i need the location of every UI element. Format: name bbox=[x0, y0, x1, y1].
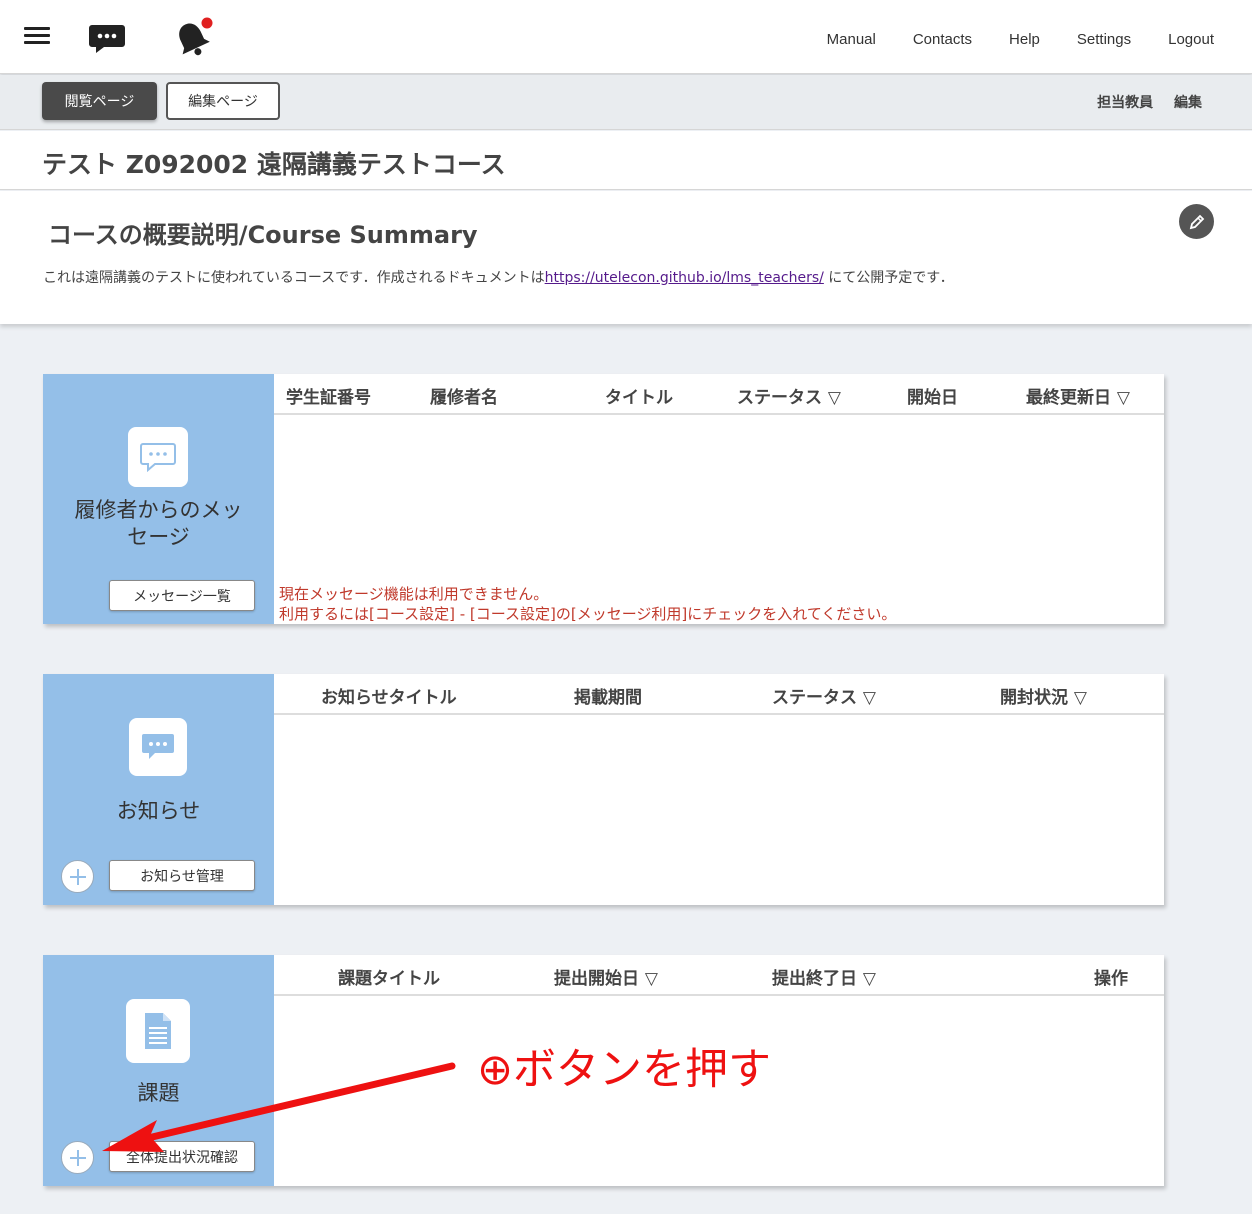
col-submission-end[interactable]: 提出終了日 ▽ bbox=[772, 964, 876, 989]
notice-line2: 利用するには[コース設定] - [コース設定]の[メッセージ利用]にチェックを入… bbox=[279, 605, 897, 623]
message-disabled-notice: 現在メッセージ機能は利用できません。 利用するには[コース設定] - [コース設… bbox=[279, 584, 896, 624]
notice-line1: 現在メッセージ機能は利用できません。 bbox=[279, 585, 549, 603]
message-list-button[interactable]: メッセージ一覧 bbox=[109, 580, 255, 611]
assignments-label: 課題 bbox=[137, 1081, 180, 1105]
announcements-label: お知らせ bbox=[116, 799, 201, 823]
annotation-text: ⊕ボタンを押す bbox=[477, 1045, 772, 1095]
col-submission-start[interactable]: 提出開始日 ▽ bbox=[554, 964, 658, 989]
announcements-panel: お知らせ お知らせ管理 お知らせタイトル 掲載期間 ステータス ▽ 開封状況 ▽ bbox=[43, 674, 1164, 905]
messages-sidebar: 履修者からのメッ セージ メッセージ一覧 bbox=[43, 374, 274, 624]
top-nav: Manual Contacts Help Settings Logout bbox=[790, 31, 1214, 48]
col-announcement-status[interactable]: ステータス ▽ bbox=[772, 683, 876, 708]
nav-settings[interactable]: Settings bbox=[1077, 31, 1131, 48]
nav-contacts[interactable]: Contacts bbox=[913, 31, 972, 48]
bell-icon[interactable] bbox=[170, 17, 216, 63]
announcements-table-header: お知らせタイトル 掲載期間 ステータス ▽ 開封状況 ▽ bbox=[274, 674, 1164, 715]
messages-label-line1: 履修者からのメッ bbox=[74, 498, 243, 522]
messages-table-header: 学生証番号 履修者名 タイトル ステータス ▽ 開始日 最終更新日 ▽ bbox=[274, 374, 1164, 415]
messages-label-line2: セージ bbox=[127, 525, 190, 549]
col-title[interactable]: タイトル bbox=[605, 383, 673, 408]
nav-help[interactable]: Help bbox=[1009, 31, 1040, 48]
message-icon bbox=[128, 427, 188, 487]
col-open-status[interactable]: 開封状況 ▽ bbox=[1000, 683, 1087, 708]
subbar-links: 担当教員 編集 bbox=[1081, 92, 1202, 112]
course-summary: コースの概要説明/Course Summary これは遠隔講義のテストに使われて… bbox=[0, 191, 1252, 324]
summary-text-after: にて公開予定です． bbox=[823, 270, 954, 286]
course-title: テスト Z092002 遠隔講義テストコース bbox=[42, 150, 506, 179]
manage-announcements-button[interactable]: お知らせ管理 bbox=[109, 860, 255, 891]
menu-icon[interactable] bbox=[24, 27, 50, 45]
add-assignment-plus-icon[interactable] bbox=[61, 1141, 94, 1174]
edit-summary-pencil-icon[interactable] bbox=[1179, 204, 1214, 239]
messages-panel: 履修者からのメッ セージ メッセージ一覧 学生証番号 履修者名 タイトル ステー… bbox=[43, 374, 1164, 624]
col-actions: 操作 bbox=[1094, 969, 1128, 989]
page-mode-bar: 閲覧ページ 編集ページ 担当教員 編集 bbox=[0, 75, 1252, 130]
announcement-icon bbox=[129, 718, 187, 776]
teacher-link[interactable]: 担当教員 bbox=[1097, 95, 1153, 111]
col-student-name[interactable]: 履修者名 bbox=[430, 383, 498, 408]
chat-icon[interactable] bbox=[88, 23, 126, 59]
messages-label: 履修者からのメッ セージ bbox=[43, 497, 274, 551]
overall-submission-status-button[interactable]: 全体提出状況確認 bbox=[109, 1141, 255, 1172]
nav-logout[interactable]: Logout bbox=[1168, 31, 1214, 48]
edit-link[interactable]: 編集 bbox=[1174, 95, 1202, 111]
nav-manual[interactable]: Manual bbox=[827, 31, 876, 48]
announcements-sidebar: お知らせ お知らせ管理 bbox=[43, 674, 274, 905]
view-page-button[interactable]: 閲覧ページ bbox=[42, 82, 157, 120]
course-header: テスト Z092002 遠隔講義テストコース bbox=[0, 131, 1252, 190]
col-status[interactable]: ステータス ▽ bbox=[737, 383, 841, 408]
col-assignment-title[interactable]: 課題タイトル bbox=[338, 964, 440, 989]
col-posting-period[interactable]: 掲載期間 bbox=[574, 683, 642, 708]
col-student-id[interactable]: 学生証番号 bbox=[286, 383, 371, 408]
summary-text: これは遠隔講義のテストに使われているコースです．作成されるドキュメントはhttp… bbox=[43, 267, 954, 287]
top-bar: Manual Contacts Help Settings Logout bbox=[0, 0, 1252, 74]
summary-text-before: これは遠隔講義のテストに使われているコースです．作成されるドキュメントは bbox=[43, 270, 545, 286]
summary-title: コースの概要説明/Course Summary bbox=[48, 221, 478, 249]
document-icon bbox=[126, 999, 190, 1063]
add-announcement-plus-icon[interactable] bbox=[61, 860, 94, 893]
col-last-updated[interactable]: 最終更新日 ▽ bbox=[1026, 383, 1130, 408]
assignments-sidebar: 課題 全体提出状況確認 bbox=[43, 955, 274, 1186]
assignments-table-header: 課題タイトル 提出開始日 ▽ 提出終了日 ▽ 操作 bbox=[274, 955, 1164, 996]
col-announcement-title[interactable]: お知らせタイトル bbox=[321, 683, 457, 708]
col-start-date[interactable]: 開始日 bbox=[907, 383, 958, 408]
summary-link[interactable]: https://utelecon.github.io/lms_teachers/ bbox=[545, 270, 824, 286]
edit-page-button[interactable]: 編集ページ bbox=[166, 82, 280, 120]
